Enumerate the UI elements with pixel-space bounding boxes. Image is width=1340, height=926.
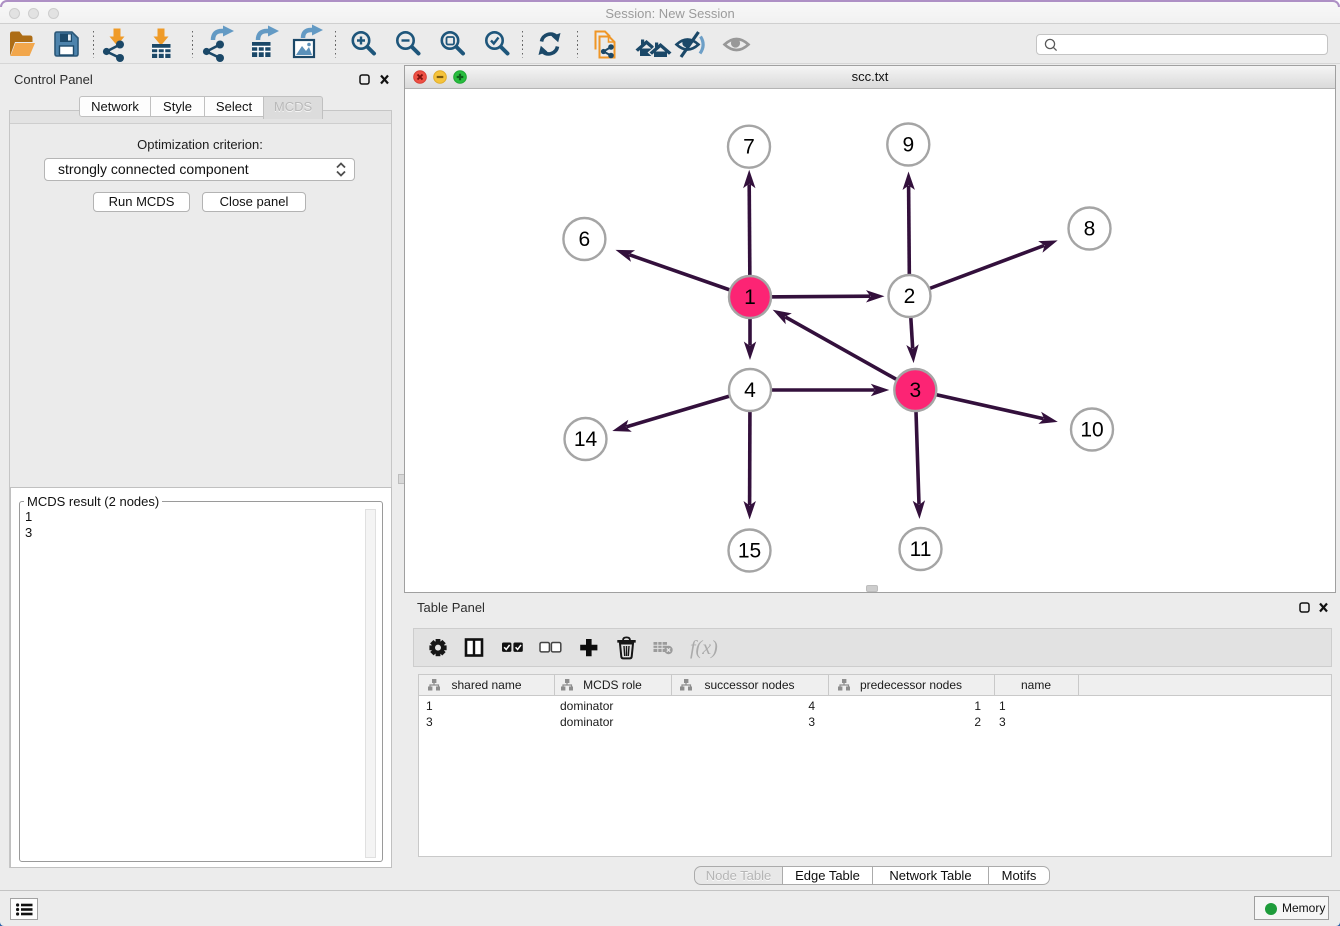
svg-text:4: 4 (744, 379, 756, 402)
svg-text:11: 11 (910, 538, 932, 561)
svg-text:14: 14 (574, 428, 598, 451)
svg-text:10: 10 (1080, 419, 1103, 442)
svg-text:1: 1 (744, 286, 756, 309)
svg-text:f(x): f(x) (690, 637, 718, 659)
svg-text:15: 15 (738, 540, 761, 563)
svg-text:2: 2 (904, 285, 916, 308)
svg-text:3: 3 (909, 379, 921, 402)
svg-text:7: 7 (743, 136, 755, 159)
svg-text:8: 8 (1084, 218, 1096, 241)
svg-text:9: 9 (902, 134, 914, 157)
svg-text:6: 6 (579, 228, 591, 251)
